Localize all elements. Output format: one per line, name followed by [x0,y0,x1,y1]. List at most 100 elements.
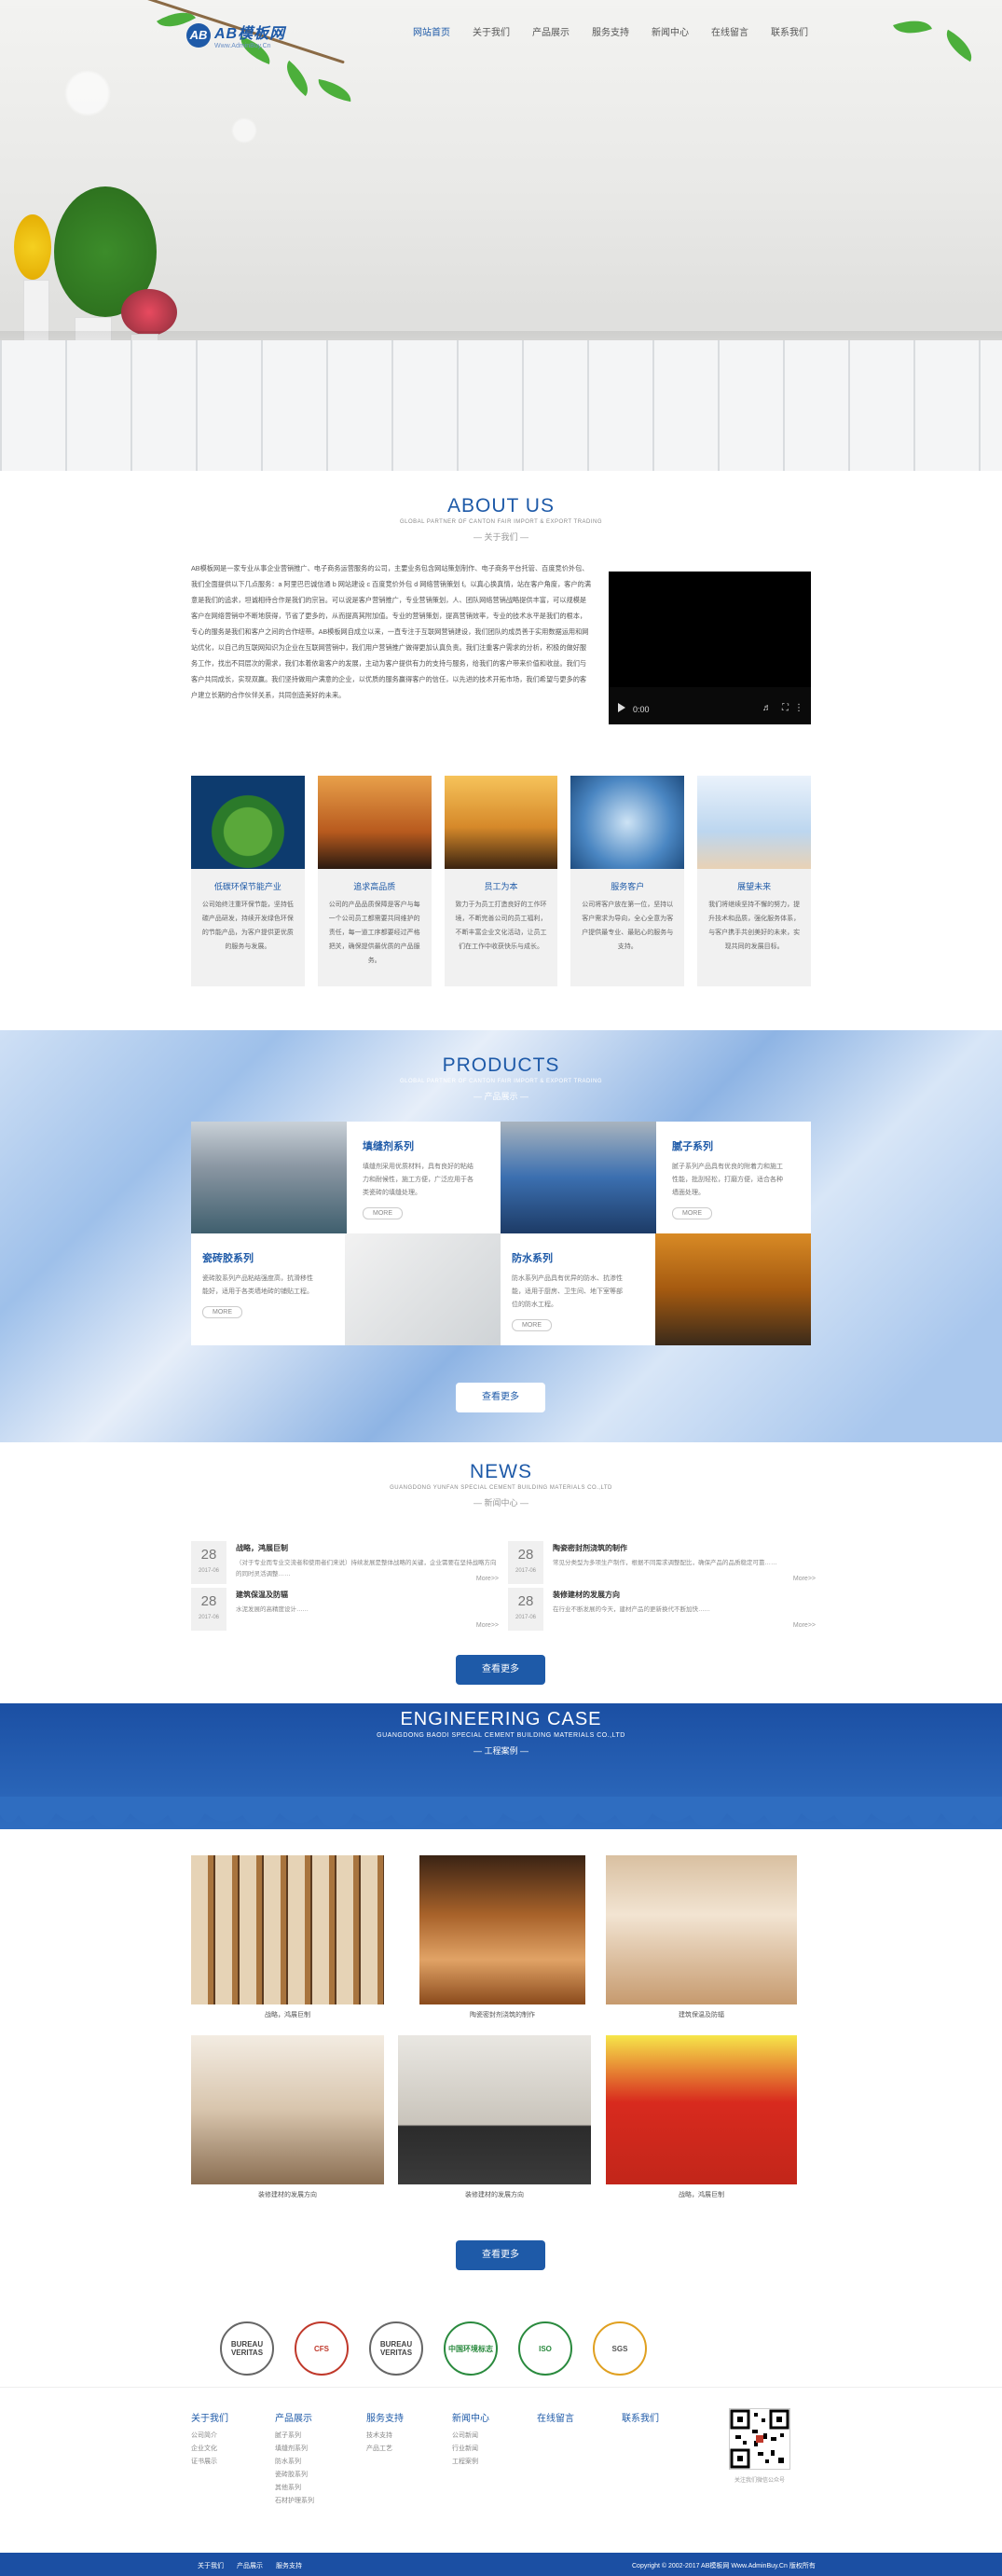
footer-link[interactable]: 公司新闻 [452,2430,489,2443]
news-item[interactable]: 28 2017-06 建筑保温及防辐 水泥发展的高精度设计…… More>> [191,1588,499,1631]
footer-link[interactable]: 行业新闻 [452,2443,489,2456]
footer-col-title[interactable]: 在线留言 [537,2410,574,2424]
news-more-link[interactable]: More>> [476,1622,499,1629]
feature-title: 员工为本 [484,882,518,891]
footer-link[interactable]: 产品工艺 [366,2443,404,2456]
case-caption: 陶瓷密封剂浇筑的制作 [470,2012,535,2018]
cert-badge: SGS [593,2321,647,2376]
footer-link[interactable]: 企业文化 [191,2443,228,2456]
product-name: 瓷砖胶系列 [202,1253,254,1264]
footer-link[interactable]: 瓷砖胶系列 [275,2469,314,2482]
product-image [655,1233,811,1345]
cert-badge: BUREAU VERITAS [369,2321,423,2376]
news-more-link[interactable]: More>> [793,1622,816,1629]
feature-card[interactable]: 展望未来 我们将继续坚持不懈的努力，提升技术和品质，强化服务体系，与客户携手共创… [697,776,811,986]
footer: 关于我们 公司简介 企业文化 证书展示 产品展示 腻子系列 填缝剂系列 防水系列… [0,2387,1002,2553]
footer-link[interactable]: 工程案例 [452,2456,489,2469]
case-caption: 战略，鸿展巨制 [679,2192,724,2198]
footer-col-title[interactable]: 产品展示 [275,2410,314,2424]
cert-badge: ISO [518,2321,572,2376]
news-item[interactable]: 28 2017-06 装修建材的发展方向 在行业不断发展的今天，建材产品的更新换代… [508,1588,816,1631]
engineering-title: ENGINEERING CASE [400,1709,602,1729]
feature-title: 展望未来 [737,882,772,891]
case-item[interactable]: 装修建材的发展方向 [191,2035,384,2203]
qr-caption: 关注我们微信公众号 [734,2478,785,2484]
nav-about[interactable]: 关于我们 [470,24,513,38]
certificates: BUREAU VERITAS CFS BUREAU VERITAS 中国环境标志… [220,2321,647,2376]
case-image [606,2035,797,2184]
feature-title: 低碳环保节能产业 [213,882,281,891]
hero-banner: AB AB模板网 Www.AdminBuy.Cn 网站首页 关于我们 产品展示 … [0,0,1002,471]
news-more-button[interactable]: 查看更多 [456,1655,545,1685]
case-image [191,2035,384,2184]
case-item[interactable]: 战略，鸿展巨制 [191,1855,384,2023]
footer-link[interactable]: 防水系列 [275,2456,314,2469]
footer-link[interactable]: 证书展示 [191,2456,228,2469]
product-more-button[interactable]: MORE [202,1306,242,1318]
feature-card[interactable]: 追求高品质 公司的产品品质保障是客户与每一个公司员工都需要共同维护的责任，每一道… [317,776,432,986]
product-item[interactable]: 填缝剂系列 填缝剂采用优质材料，具有良好的粘结力和耐候性，施工方便，广泛应用于各… [191,1122,501,1233]
footer-col: 新闻中心 公司新闻 行业新闻 工程案例 [452,2410,489,2469]
news-subtitle: GUANGDONG YUNFAN SPECIAL CEMENT BUILDING… [390,1485,612,1491]
nav-products[interactable]: 产品展示 [529,24,572,38]
product-more-button[interactable]: MORE [512,1319,552,1331]
news-date: 28 2017-06 [508,1588,543,1631]
products-cn-title: — 产品展示 — [473,1092,528,1101]
more-options-icon[interactable]: ⋮ [794,703,803,713]
case-item[interactable]: 建筑保温及防辐 [606,1855,797,2023]
case-item[interactable]: 装修建材的发展方向 [398,2035,591,2203]
video-player[interactable]: 0:00 ♬ ⛶ ⋮ [609,572,811,724]
news-more-link[interactable]: More>> [476,1576,499,1582]
footer-link[interactable]: 填缝剂系列 [275,2443,314,2456]
footer-col-title[interactable]: 服务支持 [366,2410,404,2424]
footer-link[interactable]: 石材护理系列 [275,2495,314,2508]
nav-contact[interactable]: 联系我们 [768,24,811,38]
copyright: Copyright © 2002-2017 AB模板网 Www.AdminBuy… [632,2563,816,2569]
news-cn-title: — 新闻中心 — [473,1498,528,1508]
logo-name: AB模板网 [214,26,286,42]
site-logo[interactable]: AB AB模板网 Www.AdminBuy.Cn [186,21,285,49]
play-icon[interactable] [618,703,625,712]
engineering-more-button[interactable]: 查看更多 [456,2240,545,2270]
feature-card[interactable]: 服务客户 公司将客户放在第一位，坚持以客户需求为导向，全心全意为客户提供最专业、… [570,776,685,986]
product-item[interactable]: 瓷砖胶系列 瓷砖胶系列产品粘结强度高，抗滑移性能好，适用于各类墙地砖的铺贴工程。… [191,1233,501,1345]
qr-code [729,2408,790,2470]
nav-message[interactable]: 在线留言 [708,24,751,38]
nav-news[interactable]: 新闻中心 [649,24,692,38]
feature-image [191,776,305,869]
product-name: 填缝剂系列 [363,1141,414,1152]
products-more-button[interactable]: 查看更多 [456,1383,545,1412]
footer-link[interactable]: 其他系列 [275,2482,314,2495]
product-more-button[interactable]: MORE [672,1207,712,1219]
case-item[interactable]: 战略，鸿展巨制 [606,2035,797,2203]
bottom-link[interactable]: 产品展示 [237,2561,263,2570]
news-item[interactable]: 28 2017-06 战略，鸿展巨制 （对于专业而专业交流者和使用者们来说）持续发… [191,1541,499,1584]
news-more-link[interactable]: More>> [793,1576,816,1582]
volume-icon[interactable]: ♬ [762,703,772,713]
feature-card[interactable]: 低碳环保节能产业 公司始终注重环保节能，坚持低碳产品研发，持续开发绿色环保的节能… [191,776,305,986]
product-more-button[interactable]: MORE [363,1207,403,1219]
news-item[interactable]: 28 2017-06 陶瓷密封剂浇筑的制作 常见分类型为多项生产制作，根据不同需求… [508,1541,816,1584]
footer-link[interactable]: 公司简介 [191,2430,228,2443]
engineering-section: ENGINEERING CASE GUANGDONG BAODI SPECIAL… [0,1703,1002,2300]
nav-home[interactable]: 网站首页 [410,24,453,38]
product-item[interactable]: 防水系列 防水系列产品具有优异的防水、抗渗性能，适用于厨房、卫生间、地下室等部位… [501,1233,811,1345]
product-item[interactable]: 腻子系列 腻子系列产品具有优良的附着力和施工性能，批刮轻松，打磨方便，适合各种墙… [501,1122,811,1233]
bottom-link[interactable]: 关于我们 [198,2561,224,2570]
bottom-link[interactable]: 服务支持 [276,2561,302,2570]
fullscreen-icon[interactable]: ⛶ [782,703,789,713]
footer-link[interactable]: 腻子系列 [275,2430,314,2443]
nav-service[interactable]: 服务支持 [589,24,632,38]
feature-text: 公司将客户放在第一位，坚持以客户需求为导向，全心全意为客户提供最专业、最贴心的服… [582,902,674,950]
feature-image [444,776,558,869]
engineering-cn-title: — 工程案例 — [473,1746,528,1756]
footer-col-title[interactable]: 关于我们 [191,2410,228,2424]
footer-col-title[interactable]: 联系我们 [622,2410,659,2424]
feature-card[interactable]: 员工为本 致力于为员工打造良好的工作环境，不断完善公司的员工福利，不断丰富企业文… [444,776,558,986]
case-caption: 战略，鸿展巨制 [265,2012,310,2018]
footer-link[interactable]: 技术支持 [366,2430,404,2443]
case-item[interactable]: 陶瓷密封剂浇筑的制作 [419,1855,585,2023]
cert-badge: BUREAU VERITAS [220,2321,274,2376]
footer-col-title[interactable]: 新闻中心 [452,2410,489,2424]
products-subtitle: GLOBAL PARTNER OF CANTON FAIR IMPORT & E… [399,1079,603,1084]
